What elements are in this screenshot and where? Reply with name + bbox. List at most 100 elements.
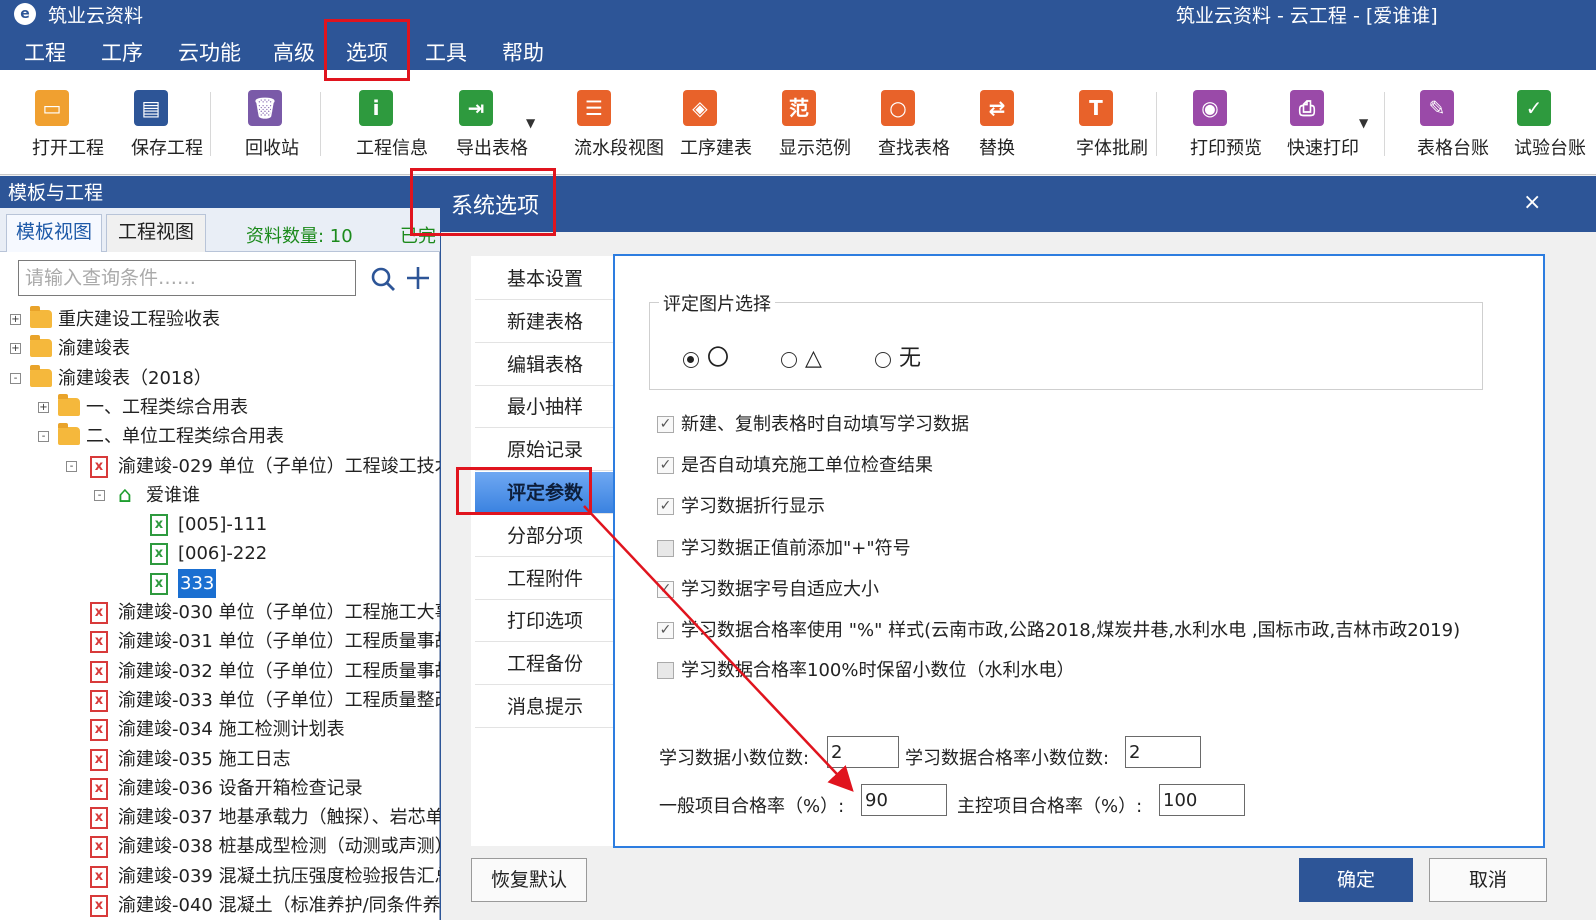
tree-node-label: 渝建竣-036 设备开箱检查记录: [118, 777, 363, 799]
search-icon[interactable]: [370, 266, 396, 292]
tree-node-label: 爱谁谁: [146, 484, 200, 506]
tree-node[interactable]: x 渝建竣-037 地基承载力（触探）、岩芯单: [0, 803, 440, 832]
main-pass-rate-input[interactable]: [1160, 785, 1244, 815]
menu-options[interactable]: 选项: [346, 37, 388, 67]
tree-node[interactable]: x 渝建竣-032 单位（子单位）工程质量事故: [0, 657, 440, 686]
tree-node[interactable]: x [006]-222: [0, 539, 440, 568]
restore-defaults-button[interactable]: 恢复默认: [471, 858, 587, 902]
tab-template-view[interactable]: 模板视图: [6, 214, 102, 252]
info-icon: i: [359, 90, 393, 126]
nav-item-4[interactable]: 原始记录: [475, 429, 615, 472]
expand-icon[interactable]: +: [10, 314, 21, 325]
checkbox-checked[interactable]: ✓: [657, 498, 674, 515]
tree-node[interactable]: - ⌂ 爱谁谁: [0, 481, 440, 510]
menu-help[interactable]: 帮助: [502, 37, 544, 67]
tree-node[interactable]: x 渝建竣-039 混凝土抗压强度检验报告汇总: [0, 862, 440, 891]
collapse-icon[interactable]: -: [94, 489, 105, 501]
cancel-button[interactable]: 取消: [1429, 858, 1547, 902]
toolbar-divider: [1384, 92, 1385, 156]
ok-button[interactable]: 确定: [1299, 858, 1413, 902]
excel-red-icon: x: [90, 895, 108, 917]
nav-item-7[interactable]: 工程附件: [475, 558, 615, 600]
nav-item-9[interactable]: 工程备份: [475, 643, 615, 686]
tab-project-view[interactable]: 工程视图: [106, 214, 206, 252]
tree-node[interactable]: x 渝建竣-034 施工检测计划表: [0, 715, 440, 744]
menu-cloud[interactable]: 云功能: [178, 37, 241, 67]
checkbox-unchecked[interactable]: [657, 540, 674, 557]
checkbox-label: 是否自动填充施工单位检查结果: [681, 455, 933, 476]
general-pass-rate-field[interactable]: [861, 784, 947, 816]
search-input[interactable]: [19, 261, 355, 295]
tree-node[interactable]: + 重庆建设工程验收表: [0, 305, 440, 334]
expand-icon[interactable]: +: [38, 401, 49, 413]
toolbar-ribbon: ▭ 打开工程 ▤ 保存工程 🗑 回收站 i 工程信息 ⇥ 导出表格 ▼ ☰ 流水段视图 ◈ 工序…: [0, 70, 1596, 175]
tree-node-label: 渝建竣-034 施工检测计划表: [118, 719, 345, 741]
menu-project[interactable]: 工程: [24, 37, 66, 67]
tree-node[interactable]: x 渝建竣-035 施工日志: [0, 745, 440, 774]
export-icon: ⇥: [459, 90, 493, 126]
tree-node-label: 333: [178, 568, 217, 598]
tree-node-label: 渝建竣-033 单位（子单位）工程质量整改: [118, 689, 440, 711]
tree-node[interactable]: x 渝建竣-033 单位（子单位）工程质量整改: [0, 686, 440, 715]
nav-item-8[interactable]: 打印选项: [475, 600, 615, 643]
tree-node[interactable]: x 渝建竣-036 设备开箱检查记录: [0, 774, 440, 803]
checkbox-label: 学习数据折行显示: [681, 496, 825, 517]
nav-item-10[interactable]: 消息提示: [475, 686, 615, 728]
excel-red-icon: x: [90, 719, 108, 742]
general-pass-rate-input[interactable]: [862, 785, 946, 815]
nav-item-3[interactable]: 最小抽样: [475, 386, 615, 429]
nav-item-0[interactable]: 基本设置: [475, 258, 615, 300]
title-bar: e 筑业云资料 筑业云资料 - 云工程 - [爱谁谁] 工程 工序 云功能 高级…: [0, 0, 1596, 70]
close-icon[interactable]: ×: [1523, 190, 1541, 215]
excel-red-icon: x: [90, 748, 108, 771]
menu-tools[interactable]: 工具: [425, 37, 467, 67]
tree-node-label: 渝建竣-037 地基承载力（触探）、岩芯单: [118, 807, 440, 829]
tree-node[interactable]: x 渝建竣-031 单位（子单位）工程质量事故: [0, 627, 440, 656]
checkbox-unchecked[interactable]: [657, 662, 674, 679]
tree-node[interactable]: + 一、工程类综合用表: [0, 393, 440, 422]
decimal-places-field[interactable]: [827, 736, 899, 768]
tree-node[interactable]: - 二、单位工程类综合用表: [0, 422, 440, 451]
pass-decimal-field[interactable]: [1125, 736, 1201, 768]
tree-node[interactable]: x 333: [0, 568, 440, 598]
radio-button[interactable]: [781, 352, 797, 368]
collapse-icon[interactable]: -: [10, 372, 21, 384]
tree-node[interactable]: x 渝建竣-038 桩基成型检测（动测或声测）: [0, 832, 440, 861]
collapse-icon[interactable]: -: [38, 431, 49, 443]
tree-node[interactable]: - x 渝建竣-029 单位（子单位）工程竣工技术: [0, 452, 440, 481]
radio-button[interactable]: [683, 352, 699, 368]
tree-node[interactable]: x 渝建竣-040 混凝土（标准养护/同条件养: [0, 891, 440, 920]
expand-icon[interactable]: +: [10, 343, 21, 355]
excel-red-icon: x: [90, 602, 108, 624]
checkbox-checked[interactable]: ✓: [657, 622, 674, 639]
export-dropdown-arrow[interactable]: ▼: [526, 116, 535, 130]
search-field[interactable]: [18, 260, 356, 296]
pass-decimal-input[interactable]: [1126, 737, 1200, 767]
collapse-icon[interactable]: -: [66, 460, 77, 472]
print-dropdown-arrow[interactable]: ▼: [1359, 116, 1368, 130]
checkbox-checked[interactable]: ✓: [657, 581, 674, 598]
menu-advanced[interactable]: 高级: [273, 37, 315, 67]
tree-node[interactable]: + 渝建竣表: [0, 334, 440, 363]
tree-node-label: 渝建竣-040 混凝土（标准养护/同条件养: [118, 895, 440, 916]
radio-button[interactable]: [875, 352, 891, 368]
nav-item-6[interactable]: 分部分项: [475, 515, 615, 557]
excel-icon: x: [150, 514, 168, 537]
checkbox-checked[interactable]: ✓: [657, 457, 674, 474]
checkbox-checked[interactable]: ✓: [657, 416, 674, 433]
tree-node[interactable]: - 渝建竣表（2018）: [0, 364, 440, 393]
tree-node-label: 渝建竣-031 单位（子单位）工程质量事故: [118, 631, 440, 653]
nav-item-1[interactable]: 新建表格: [475, 301, 615, 343]
folder-icon: [30, 364, 52, 387]
eye-icon: ◉: [1193, 90, 1227, 126]
excel-red-icon: x: [90, 660, 108, 683]
decimal-places-input[interactable]: [828, 737, 898, 767]
nav-item-2[interactable]: 编辑表格: [475, 344, 615, 386]
pass-decimal-label: 学习数据合格率小数位数:: [905, 748, 1110, 769]
menu-process[interactable]: 工序: [101, 37, 143, 67]
nav-item-5[interactable]: 评定参数: [475, 472, 615, 514]
tree-node[interactable]: x 渝建竣-030 单位（子单位）工程施工大事: [0, 598, 440, 627]
tree-node[interactable]: x [005]-111: [0, 510, 440, 539]
add-icon[interactable]: [404, 264, 432, 292]
main-pass-rate-field[interactable]: [1159, 784, 1245, 816]
